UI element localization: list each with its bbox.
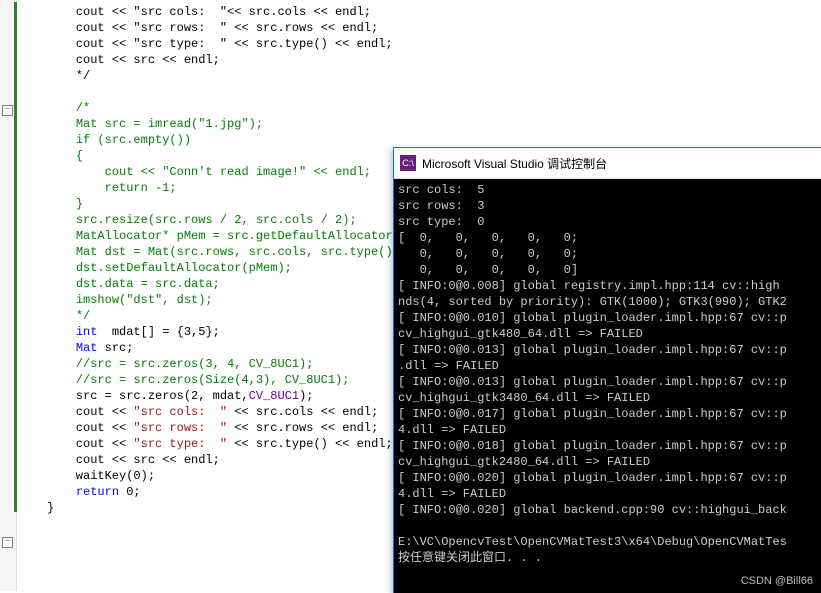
debug-console-window: C:\ Microsoft Visual Studio 调试控制台 src co… bbox=[393, 147, 821, 593]
console-icon: C:\ bbox=[400, 155, 416, 171]
console-title: Microsoft Visual Studio 调试控制台 bbox=[422, 155, 607, 172]
editor-gutter: −− bbox=[0, 0, 17, 591]
fold-toggle[interactable]: − bbox=[2, 105, 13, 116]
code-editor[interactable]: cout << "src cols: "<< src.cols << endl;… bbox=[17, 0, 414, 591]
console-output[interactable]: src cols: 5 src rows: 3 src type: 0 [ 0,… bbox=[394, 179, 821, 593]
change-marker bbox=[14, 2, 17, 512]
watermark: CSDN @Bill66 bbox=[741, 575, 813, 587]
fold-toggle[interactable]: − bbox=[2, 537, 13, 548]
console-titlebar[interactable]: C:\ Microsoft Visual Studio 调试控制台 bbox=[394, 148, 821, 179]
